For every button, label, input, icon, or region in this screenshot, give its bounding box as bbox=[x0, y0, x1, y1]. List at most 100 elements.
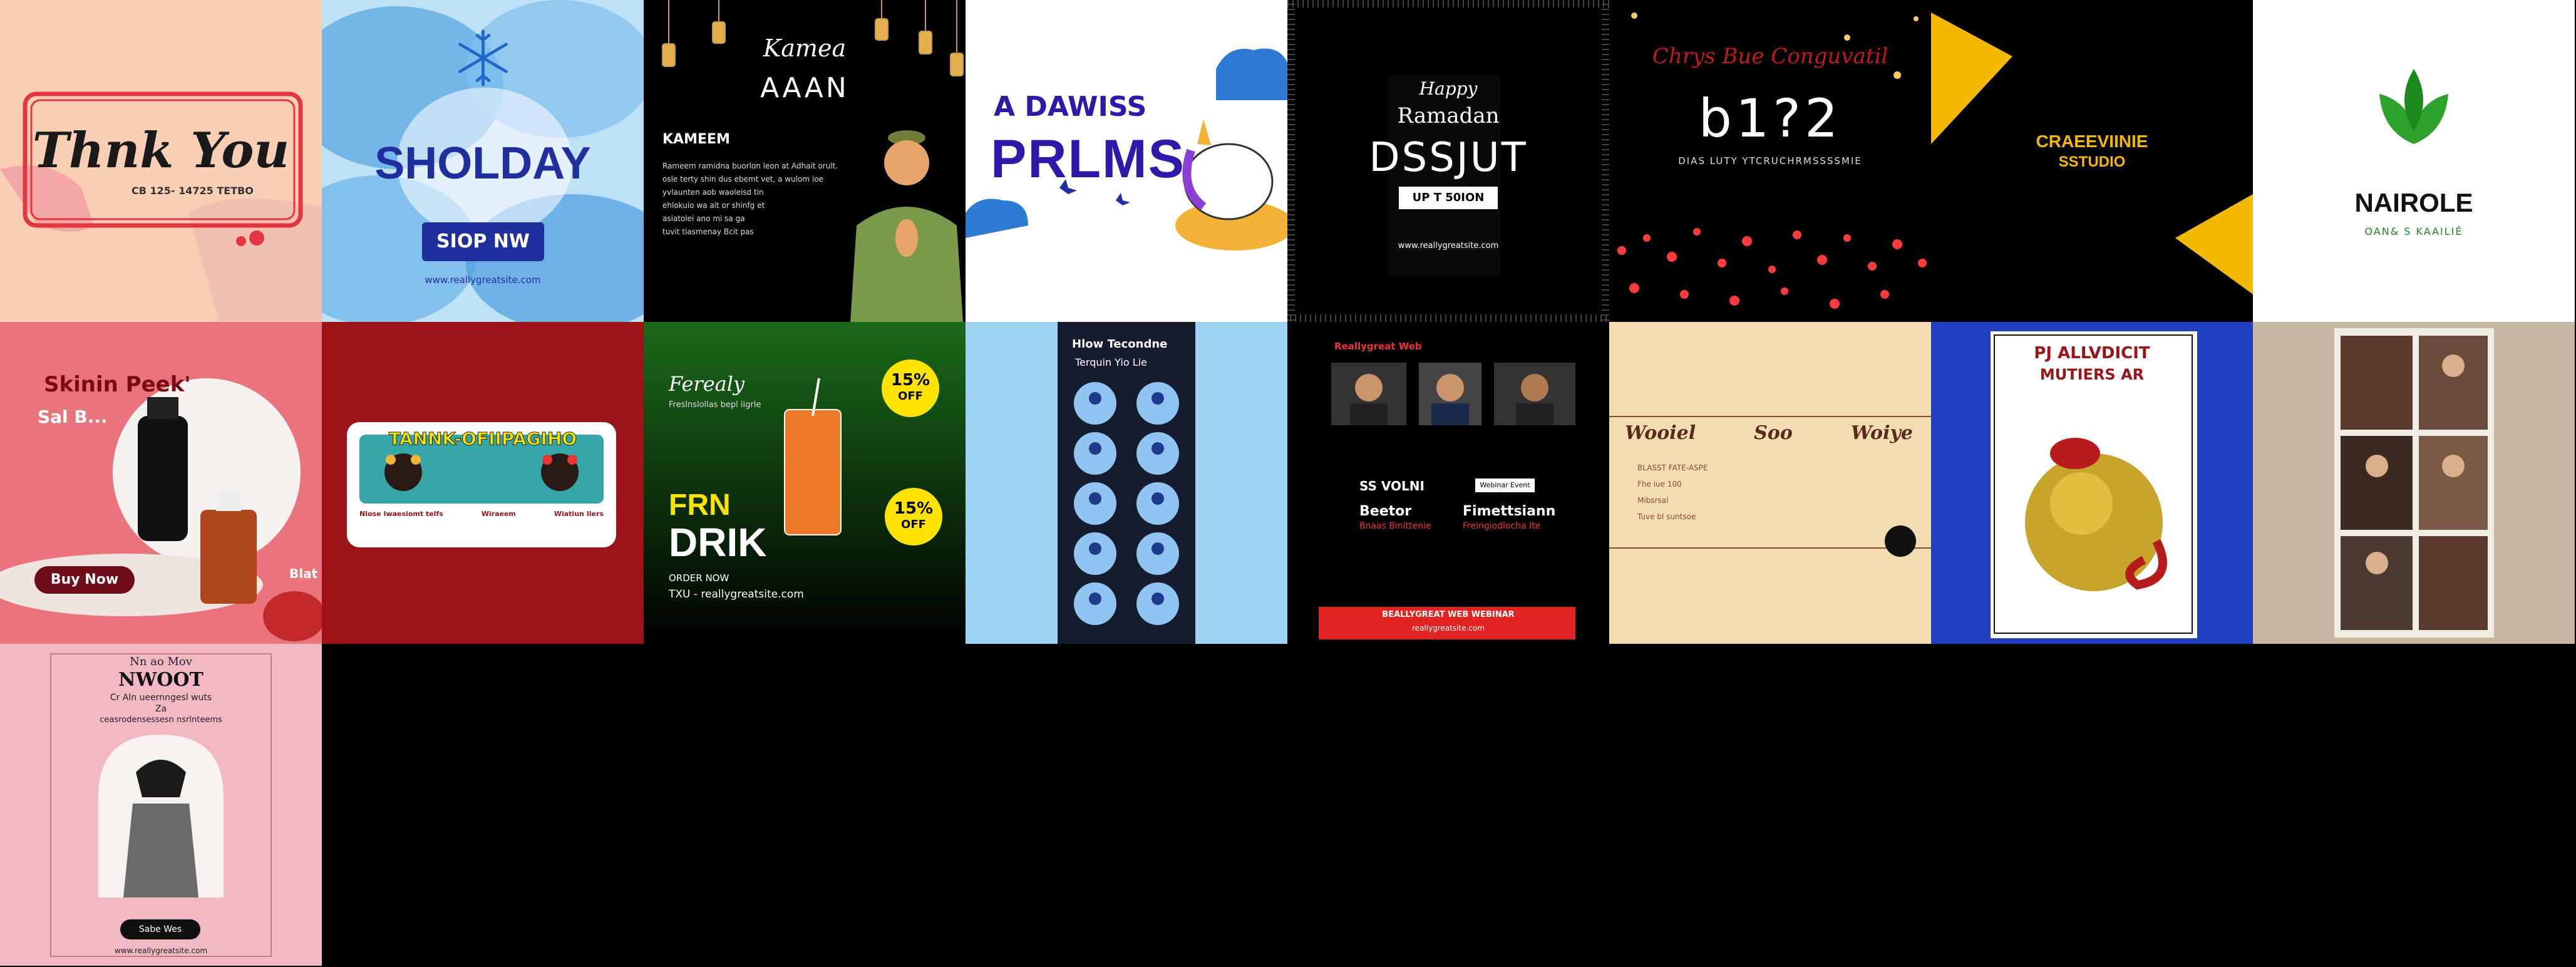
ramadan-line2: AAAN bbox=[760, 72, 849, 104]
museum-card[interactable]: PJ ALLVDICIT MUTIERS AR bbox=[1931, 322, 2253, 644]
model-photo bbox=[98, 735, 224, 897]
ramadan-body-line: osle terty shin dus ebemt vet, a wulom i… bbox=[662, 175, 823, 184]
webinar-footer: BEALLYGREAT WEB WEBINAR bbox=[1382, 610, 1515, 619]
webinar-brand: Reallygreat Web bbox=[1334, 341, 1422, 352]
menu-border-bottom bbox=[1609, 547, 1931, 549]
skincare-title: Skinin Peek' bbox=[44, 372, 191, 397]
ramadan-heading: KAMEEM bbox=[662, 132, 730, 147]
fashion-button-label: Sabe Wes bbox=[138, 924, 182, 934]
holiday-card[interactable]: SHOLDAY SIOP NW www.reallygreatsite.com bbox=[322, 0, 644, 322]
drink-card[interactable]: Ferealy Freslnslollas bepl iigrle 15% OF… bbox=[644, 322, 966, 644]
leaf-logo-icon bbox=[2379, 69, 2448, 144]
thank-you-subtitle: CB 125- 14725 TETBO bbox=[131, 185, 254, 197]
menu-rows: BLASST FATE-ASPE Fhe iue 100 Mibsrsal Tu… bbox=[1637, 460, 1913, 525]
tips-avatars bbox=[1074, 382, 1179, 625]
parms-card[interactable]: A DAWISS PRLMS bbox=[966, 0, 1287, 322]
webinar-footer-url[interactable]: reallygreatsite.com bbox=[1287, 624, 1609, 633]
lights-script: Chrys Bue Conguvatil bbox=[1652, 44, 1888, 69]
thank-you-card[interactable]: Thnk You CB 125- 14725 TETBO bbox=[0, 0, 322, 322]
tips-subtitle: Terquin Yio Lie bbox=[1075, 356, 1147, 368]
fashion-card[interactable]: Nn ao Mov NWOOT Cr Aln ueernngesl wuts Z… bbox=[0, 644, 322, 966]
photo-label: Nlose Iwaesiomt telfs bbox=[359, 510, 443, 518]
fashion-title: NWOOT bbox=[118, 669, 204, 691]
happy-url[interactable]: www.reallygreatsite.com bbox=[1287, 241, 1609, 251]
photo-labels: Nlose Iwaesiomt telfs Wiraeem Wiatiun Il… bbox=[359, 510, 604, 518]
drink-title-1: FRN bbox=[669, 489, 731, 522]
drink-order[interactable]: ORDER NOW bbox=[669, 572, 729, 584]
happy-script: Happy bbox=[1419, 78, 1478, 99]
nairole-subtitle: OAN& S KAAILIÉ bbox=[2364, 225, 2463, 237]
parms-top: A DAWISS bbox=[994, 91, 1147, 123]
menu-heading: Woiye bbox=[1850, 422, 1913, 444]
ramadan-body-line: tuvit tiasmenay Bcit pas bbox=[662, 227, 754, 236]
drink-desc: Freslnslollas bepl iigrle bbox=[669, 400, 761, 410]
snowflake-icon bbox=[458, 29, 508, 86]
ramadan-body-line: asiatolei ano mi sa ga bbox=[662, 214, 745, 223]
photo-label: Wiatiun Ilers bbox=[554, 510, 604, 518]
studio-line2: SSTUDIO bbox=[2058, 153, 2126, 170]
studio-line1: CRAEEVIINIE bbox=[2036, 132, 2148, 151]
photo-footer: Wsat tomeis Trernfitselonne bbox=[366, 538, 585, 546]
nairole-card[interactable]: NAIROLE OAN& S KAAILIÉ bbox=[2253, 0, 2575, 322]
menu-seal bbox=[1885, 525, 1916, 557]
webinar-card[interactable]: Reallygreat Web SS VOLNI Webinar Event B… bbox=[1287, 322, 1609, 644]
buy-now-button[interactable]: Buy Now bbox=[34, 566, 135, 594]
ramadan-script: Kamea bbox=[763, 34, 847, 62]
badge-value: 15% bbox=[890, 371, 930, 390]
photo-label: Wiraeem bbox=[481, 510, 516, 518]
fashion-top: Nn ao Mov bbox=[130, 655, 192, 668]
tips-title: Hlow Tecondne bbox=[1072, 338, 1168, 351]
lights-card[interactable]: Chrys Bue Conguvatil b1?2 DIAS LUTY YTCR… bbox=[1609, 0, 1931, 322]
skincare-card[interactable]: Skinin Peek' Sal B... Buy Now Blat Bob bbox=[0, 322, 322, 644]
webinar-col2-title: Fimettsiann bbox=[1463, 504, 1556, 519]
happy-ramadan-card[interactable]: Happy Ramadan DSSJUT UP T 50ION www.real… bbox=[1287, 0, 1609, 322]
menu-border-top bbox=[1609, 416, 1931, 417]
couple-card[interactable] bbox=[2253, 322, 2575, 644]
menu-headings: Wooiel Soo Woiye bbox=[1625, 422, 1913, 444]
happy-line1: Ramadan bbox=[1397, 103, 1500, 128]
parms-title: PRLMS bbox=[991, 129, 1185, 189]
lights-subtitle: DIAS LUTY YTCRUCHRMSSSSMIE bbox=[1678, 155, 1862, 167]
fruit-sculpture bbox=[2025, 438, 2167, 591]
shop-now-label: SIOP NW bbox=[436, 230, 530, 252]
museum-title: PJ ALLVDICIT bbox=[2034, 344, 2150, 363]
discount-button[interactable]: UP T 50ION bbox=[1399, 187, 1498, 209]
thank-photo-card[interactable]: TANNK-OFIIPAGIHO Nlose Iwaesiomt telfs W… bbox=[322, 322, 644, 644]
fashion-button[interactable]: Sabe Wes bbox=[120, 919, 200, 939]
menu-row: Mibsrsal bbox=[1637, 496, 1669, 505]
creative-studio-card[interactable]: CRAEEVIINIE SSTUDIO bbox=[1931, 0, 2253, 322]
ramadan-body: Rameem ramidna buorlon leon at Adhait or… bbox=[662, 160, 844, 239]
drink-title-2: DRIK bbox=[669, 520, 767, 565]
drink-contact[interactable]: TXU - reallygreatsite.com bbox=[669, 588, 804, 601]
footer-text: Wsat tomeis bbox=[366, 538, 409, 546]
menu-heading: Soo bbox=[1754, 422, 1793, 444]
fashion-line1: Cr Aln ueernngesl wuts bbox=[110, 693, 212, 703]
discount-label: UP T 50ION bbox=[1412, 191, 1485, 204]
webinar-chip: Webinar Event bbox=[1475, 478, 1535, 492]
ramadan-card[interactable]: Kamea AAAN KAMEEM Rameem ramidna buorlon… bbox=[644, 0, 966, 322]
fashion-url[interactable]: www.reallygreatsite.com bbox=[0, 946, 322, 955]
menu-row: BLASST FATE-ASPE bbox=[1637, 463, 1708, 472]
chip-text: Webinar Event bbox=[1480, 481, 1530, 489]
fashion-line2: Za bbox=[155, 704, 167, 714]
webinar-speakers bbox=[1331, 363, 1575, 425]
ramadan-body-line: Rameem ramidna buorlon leon at Adhait or… bbox=[662, 162, 838, 170]
nairole-title: NAIROLE bbox=[2354, 188, 2473, 217]
holiday-url[interactable]: www.reallygreatsite.com bbox=[322, 274, 644, 286]
drink-script: Ferealy bbox=[669, 372, 745, 396]
menu-heading: Wooiel bbox=[1625, 422, 1696, 444]
webinar-col2-sub: Freingiodlocha Ite bbox=[1463, 521, 1541, 531]
lights-title: b1?2 bbox=[1698, 88, 1842, 149]
thank-you-title: Thnk You bbox=[32, 122, 290, 179]
ramadan-body-line: ehlokuio wa ait or shinfg et bbox=[662, 201, 765, 210]
discount-badge-1: 15% OFF bbox=[882, 359, 939, 417]
menu-card[interactable]: Wooiel Soo Woiye BLASST FATE-ASPE Fhe iu… bbox=[1609, 322, 1931, 644]
tips-card[interactable]: Hlow Tecondne Terquin Yio Lie bbox=[966, 322, 1287, 644]
happy-line2: DSSJUT bbox=[1369, 135, 1528, 181]
skincare-product bbox=[0, 378, 322, 641]
shop-now-button[interactable]: SIOP NW bbox=[422, 222, 544, 261]
webinar-col1-title: Beetor bbox=[1359, 504, 1412, 519]
fashion-line3: ceasrodensessesn nsrlnteems bbox=[100, 715, 222, 725]
webinar-label: SS VOLNI bbox=[1359, 478, 1425, 494]
museum-subtitle: MUTIERS AR bbox=[2039, 366, 2145, 383]
